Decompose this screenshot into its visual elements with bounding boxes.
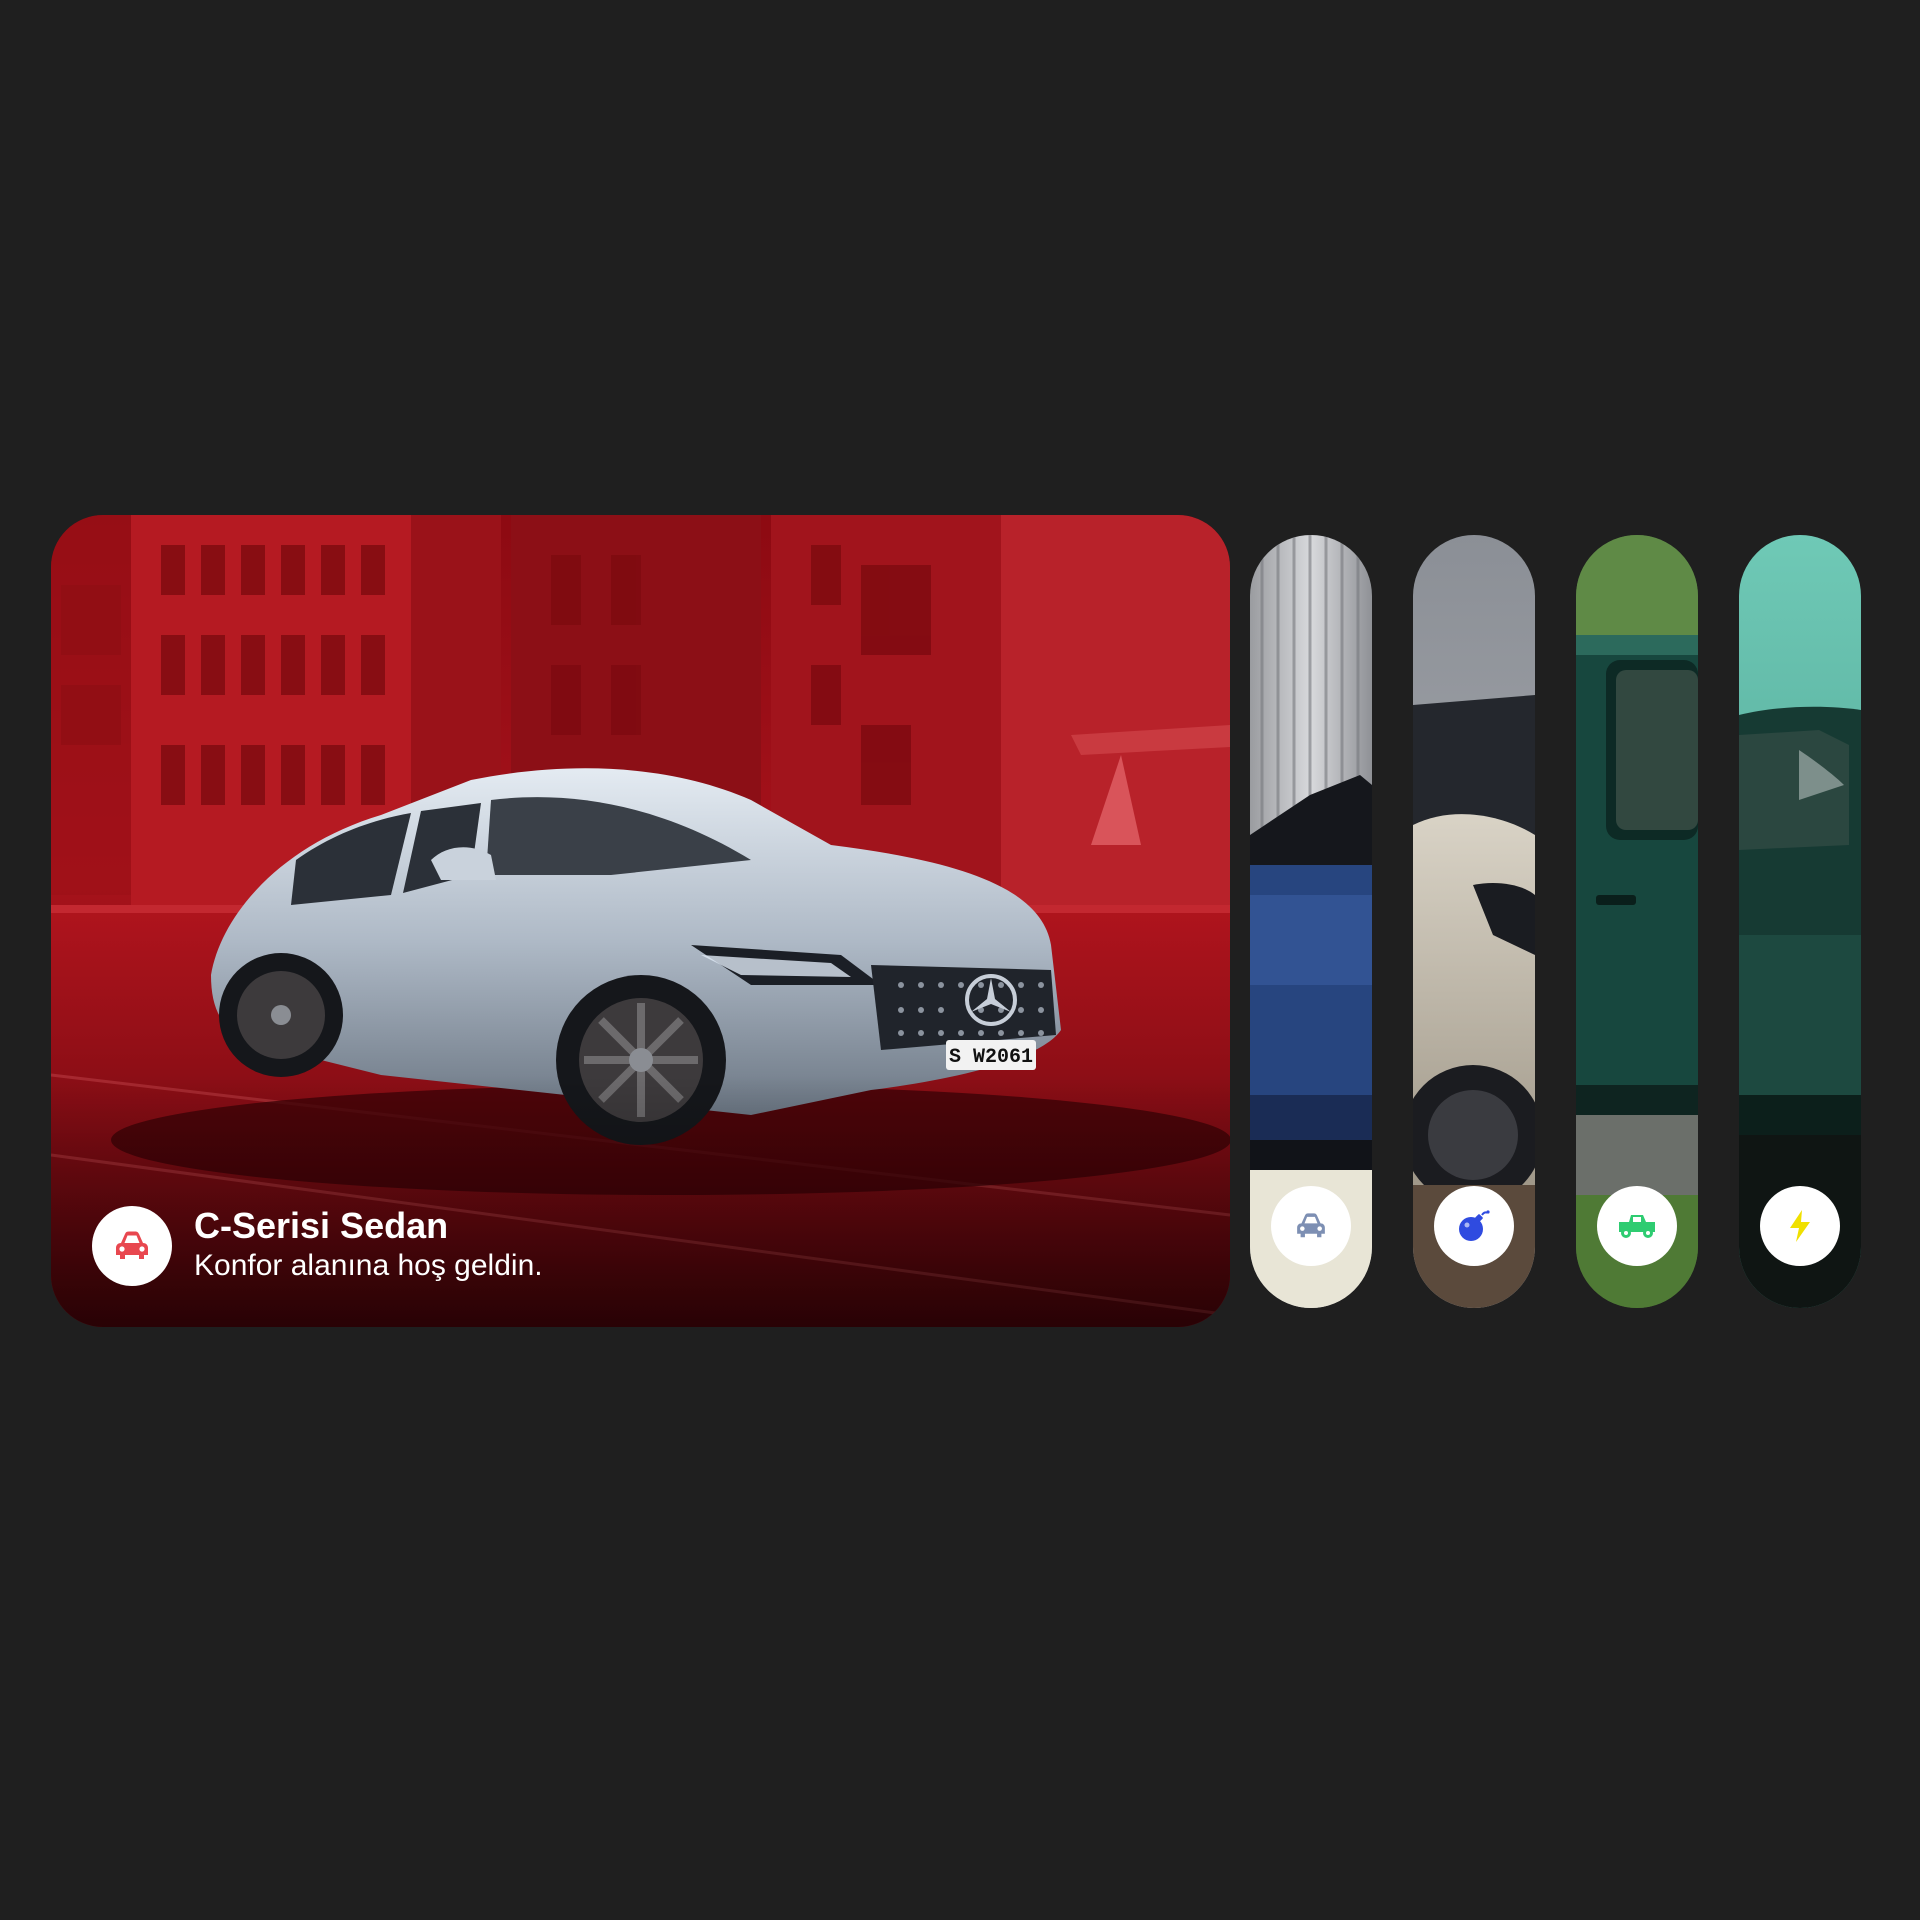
car-icon [116, 1231, 148, 1259]
bomb-icon [1459, 1210, 1490, 1241]
card-caption: C-Serisi Sedan Konfor alanına hoş geldin… [194, 1205, 543, 1285]
car-gallery: S W2061 C-Serisi Sedan Konfor alanına ho… [51, 515, 1861, 1327]
gallery-card-electric[interactable] [1739, 535, 1861, 1308]
car-icon [1297, 1213, 1325, 1238]
gallery-card-c-serisi-sedan[interactable]: S W2061 C-Serisi Sedan Konfor alanına ho… [51, 515, 1230, 1327]
bomb-icon-badge [1434, 1186, 1514, 1266]
car-icon-badge [1271, 1186, 1351, 1266]
gallery-card-cabriolet[interactable] [1250, 535, 1372, 1308]
card-title: C-Serisi Sedan [194, 1205, 449, 1246]
bolt-icon [1790, 1210, 1810, 1242]
gallery-card-coupe[interactable] [1413, 535, 1535, 1308]
license-plate: S W2061 [949, 1046, 1033, 1069]
car-icon-badge [92, 1206, 172, 1286]
truck-icon-badge [1597, 1186, 1677, 1266]
card-subtitle: Konfor alanına hoş geldin. [194, 1249, 543, 1282]
gallery-card-van[interactable] [1576, 535, 1698, 1308]
bolt-icon-badge [1760, 1186, 1840, 1266]
truck-icon [1619, 1215, 1655, 1238]
